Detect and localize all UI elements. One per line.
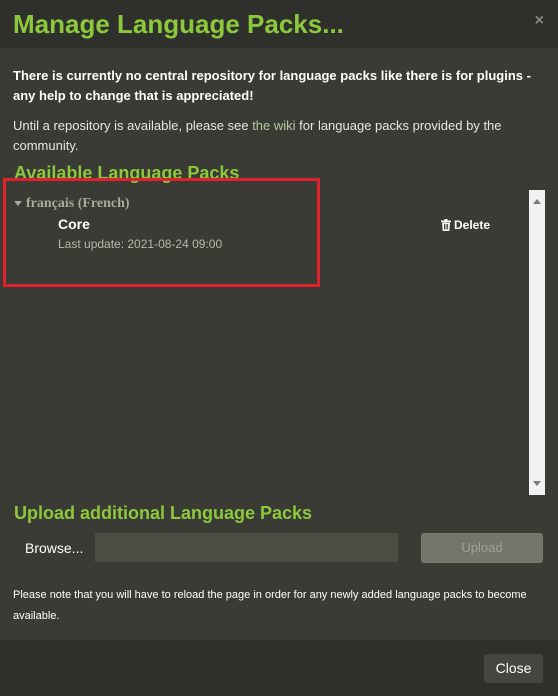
file-path-field[interactable] [95,533,398,562]
language-group-header[interactable]: français (French) [14,196,130,212]
close-icon[interactable]: × [535,12,544,30]
reload-note: Please note that you will have to reload… [13,589,527,622]
repository-notice: There is currently no central repository… [13,68,531,103]
wiki-notice: Until a repository is available, please … [13,116,553,156]
caret-down-icon [14,201,22,207]
wiki-link[interactable]: the wiki [252,118,295,133]
available-packs-title: Available Language Packs [14,163,240,183]
wiki-notice-prefix: Until a repository is available, please … [13,118,253,133]
language-name: français (French) [26,196,130,211]
list-scrollbar[interactable] [529,190,545,495]
scroll-up-arrow-icon[interactable] [533,199,541,204]
language-packs-dialog: Manage Language Packs... × There is curr… [0,0,558,696]
delete-pack-button[interactable]: Delete [441,218,490,232]
scroll-down-arrow-icon[interactable] [533,481,541,486]
upload-button[interactable]: Upload [421,533,543,563]
pack-last-update: Last update: 2021-08-24 09:00 [58,237,223,251]
dialog-header: Manage Language Packs... × [0,0,558,48]
upload-section-title: Upload additional Language Packs [14,503,313,523]
close-button[interactable]: Close [484,654,543,683]
dialog-title: Manage Language Packs... [13,9,344,39]
delete-label: Delete [454,218,491,232]
dialog-footer [0,640,558,696]
language-pack-list[interactable]: français (French) Core Last update: 2021… [4,190,545,495]
pack-name: Core [58,216,90,232]
browse-button[interactable]: Browse... [25,540,83,556]
trash-icon [441,219,451,231]
